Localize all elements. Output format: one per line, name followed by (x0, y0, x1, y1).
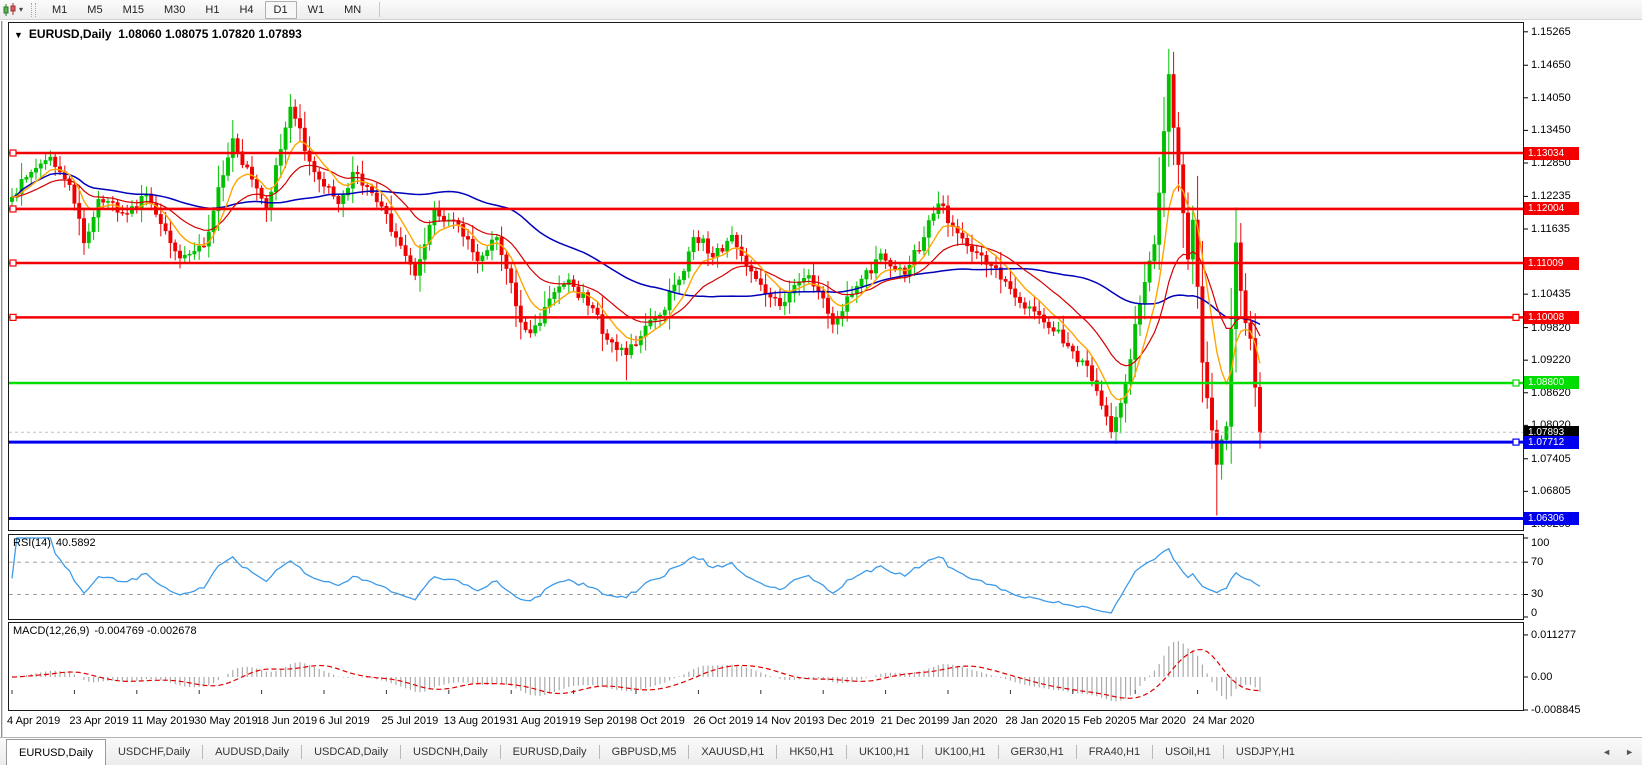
level-price-tag: 1.06306 (1524, 511, 1579, 525)
date-axis-label[interactable]: 14 Nov 2019 (756, 715, 818, 727)
date-axis-label[interactable]: 24 Mar 2020 (1193, 715, 1255, 727)
level-price-tag: 1.10008 (1524, 310, 1579, 324)
date-axis-label[interactable]: 25 Jul 2019 (381, 715, 438, 727)
date-axis-label[interactable]: 23 Apr 2019 (69, 715, 128, 727)
price-axis-tick[interactable]: 1.15265 (1531, 26, 1571, 38)
rsi-axis-tick[interactable]: 30 (1531, 588, 1543, 600)
date-axis-label[interactable]: 5 Mar 2020 (1130, 715, 1186, 727)
date-axis-label[interactable]: 4 Apr 2019 (7, 715, 60, 727)
macd-values: -0.004769 -0.002678 (94, 625, 197, 637)
date-axis-label[interactable]: 28 Jan 2020 (1005, 715, 1066, 727)
chart-symbol-label: EURUSD,Daily (28, 27, 112, 41)
rsi-axis-tick[interactable]: 100 (1531, 537, 1549, 549)
date-axis-label[interactable]: 9 Jan 2020 (943, 715, 997, 727)
level-price-tag: 1.07712 (1524, 435, 1579, 449)
date-axis-label[interactable]: 6 Jul 2019 (319, 715, 370, 727)
date-axis-label[interactable]: 13 Aug 2019 (444, 715, 506, 727)
rsi-layer (9, 537, 1523, 614)
level-price-tag: 1.11009 (1524, 256, 1579, 270)
price-axis-tick[interactable]: 1.14650 (1531, 59, 1571, 71)
date-axis-label[interactable]: 30 May 2019 (194, 715, 258, 727)
chart-window: ▼ EURUSD,Daily 1.08060 1.08075 1.07820 1.… (0, 21, 1642, 737)
macd-axis-tick[interactable]: 0.011277 (1531, 629, 1576, 641)
level-price-tag: 1.12004 (1524, 202, 1579, 216)
date-axis-label[interactable]: 8 Oct 2019 (631, 715, 685, 727)
price-axis-tick[interactable]: 1.14050 (1531, 92, 1571, 104)
date-axis-label[interactable]: 21 Dec 2019 (881, 715, 943, 727)
level-price-tag: 1.08800 (1524, 376, 1579, 390)
date-axis-label[interactable]: 3 Dec 2019 (818, 715, 874, 727)
date-axis-label[interactable]: 31 Aug 2019 (506, 715, 568, 727)
macd-axis-tick[interactable]: 0.00 (1531, 671, 1552, 683)
date-axis-label[interactable]: 26 Oct 2019 (693, 715, 753, 727)
price-axis-tick[interactable]: 1.11635 (1531, 223, 1570, 235)
date-axis-label[interactable]: 18 Jun 2019 (257, 715, 318, 727)
macd-label: MACD(12,26,9) -0.004769 -0.002678 (13, 625, 197, 637)
rsi-label: RSI(14) 40.5892 (13, 537, 96, 549)
price-axis-tick[interactable]: 1.06805 (1531, 485, 1571, 497)
chart-tab-eurusd-daily[interactable]: EURUSD,Daily (6, 739, 106, 765)
price-axis-tick[interactable]: 1.10435 (1531, 288, 1571, 300)
level-price-tag: 1.13034 (1524, 146, 1579, 160)
level-lines[interactable] (9, 149, 1523, 520)
date-axis-label[interactable]: 15 Feb 2020 (1068, 715, 1130, 727)
chart-graphics (9, 31, 1528, 711)
price-axis-tick[interactable]: 1.09220 (1531, 354, 1571, 366)
chart-quotes: 1.08060 1.08075 1.07820 1.07893 (118, 27, 302, 41)
price-axis-tick[interactable]: 1.12235 (1531, 190, 1571, 202)
rsi-axis-tick[interactable]: 70 (1531, 556, 1543, 568)
date-axis-label[interactable]: 11 May 2019 (132, 715, 195, 727)
axis-ticks (11, 31, 1528, 711)
macd-axis-tick[interactable]: -0.008845 (1531, 704, 1581, 716)
rsi-axis-tick[interactable]: 0 (1531, 607, 1537, 619)
price-axis-tick[interactable]: 1.13450 (1531, 124, 1571, 136)
date-axis-label[interactable]: 19 Sep 2019 (569, 715, 631, 727)
chart-title[interactable]: ▼ EURUSD,Daily 1.08060 1.08075 1.07820 1.… (14, 27, 302, 41)
symbol-dropdown-icon[interactable]: ▼ (14, 30, 23, 40)
candles-layer (10, 48, 1262, 516)
price-axis-tick[interactable]: 1.07405 (1531, 453, 1571, 465)
rsi-value: 40.5892 (55, 537, 96, 549)
trading-terminal: ▾ M1 M5 M15 M30 H1 H4 D1 W1 MN ▼ EURUSD,Daily 1.0… (0, 0, 1642, 765)
